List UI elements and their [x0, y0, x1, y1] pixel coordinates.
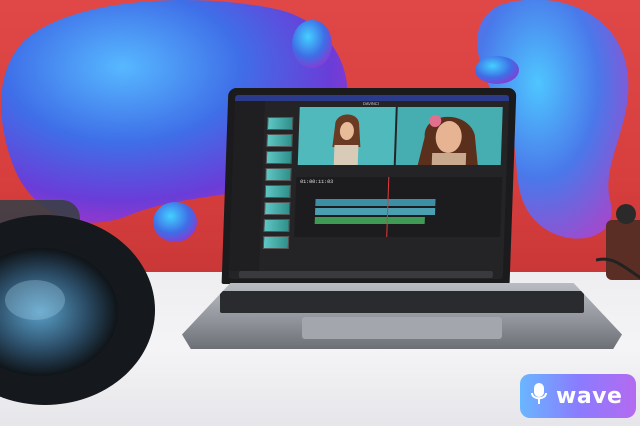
microphone-icon: [530, 382, 548, 411]
woman-figure-right: [417, 115, 478, 165]
keyboard: [220, 291, 584, 313]
wave-watermark: wave: [520, 374, 636, 418]
laptop-base: [182, 283, 622, 349]
thumbnail-column: [262, 117, 294, 259]
brand-name: wave: [556, 383, 623, 409]
laptop-screen: 01:00:11:03 DAVINCI: [228, 95, 510, 279]
camera-gear-right: [596, 204, 640, 280]
woman-figure-left: [332, 114, 361, 165]
timeline-panel: 01:00:11:03: [294, 177, 503, 237]
playhead: [386, 177, 390, 237]
source-viewer: [297, 107, 396, 165]
timecode: 01:00:11:03: [300, 179, 334, 185]
photo-scene: 01:00:11:03 DAVINCI wave: [0, 0, 640, 426]
trackpad: [302, 317, 502, 339]
laptop: 01:00:11:03 DAVINCI: [182, 80, 622, 350]
laptop-lid: 01:00:11:03 DAVINCI: [221, 88, 517, 284]
timeline-viewer: [395, 107, 503, 165]
dock: [238, 271, 494, 278]
media-pool-panel: [229, 101, 265, 271]
small-blob-top: [292, 20, 332, 68]
blurred-camera: [0, 200, 155, 405]
app-title: DAVINCI: [362, 101, 379, 106]
